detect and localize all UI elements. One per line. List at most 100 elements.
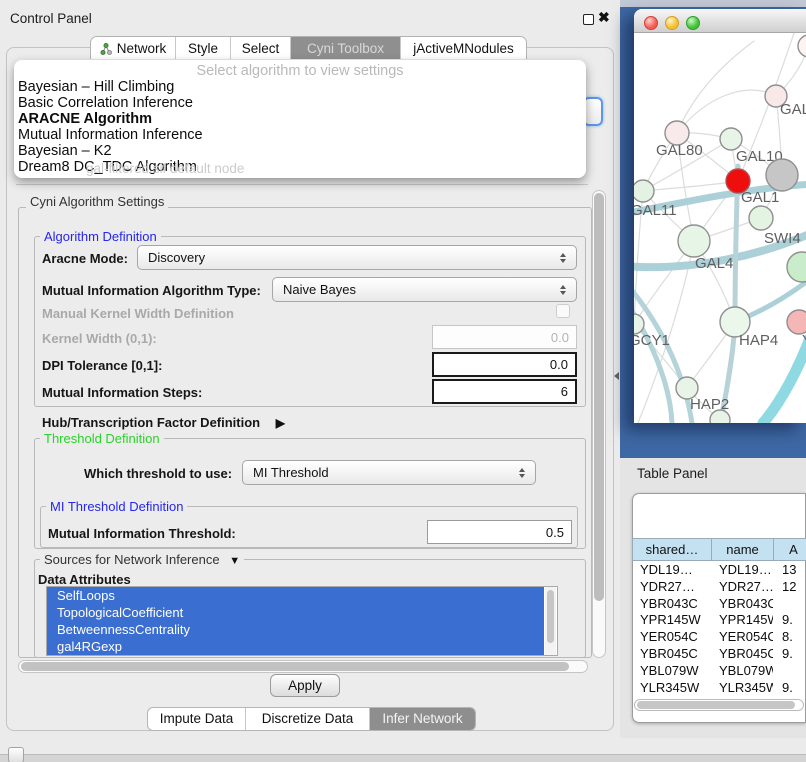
table-header: shared… name A (632, 538, 806, 561)
table-row[interactable]: YBL079WYBL079W (633, 663, 805, 680)
table-row[interactable]: YIL052CYIL052C9 (633, 696, 805, 698)
attribute-item[interactable]: gal4RGexp (47, 638, 544, 655)
float-window-icon[interactable] (583, 14, 594, 25)
splitpane-handle-icon[interactable] (614, 372, 619, 380)
tab-network[interactable]: Network (91, 37, 175, 59)
network-canvas[interactable]: GAL7GAL80GAL10GAL1GAL11SWI4GAL4GCY1HAP4Y… (634, 33, 806, 423)
table-row[interactable]: YDR27…YDR27…12 (633, 579, 805, 596)
algorithm-option[interactable]: Mutual Information Inference (14, 127, 586, 143)
apply-button[interactable]: Apply (270, 674, 340, 697)
attribute-item[interactable]: TopologicalCoefficient (47, 604, 544, 621)
attributes-scrollbar[interactable] (545, 587, 556, 655)
mi-steps-field[interactable]: 6 (432, 379, 577, 404)
sources-title-toggle[interactable]: Sources for Network Inference ▼ (40, 552, 244, 567)
minimize-traffic-light[interactable] (665, 16, 679, 30)
algorithm-combobox-focused-edge[interactable] (583, 97, 603, 126)
mi-threshold-group-title: MI Threshold Definition (46, 499, 187, 514)
tab-discretize-data[interactable]: Discretize Data (245, 708, 369, 730)
table-horizontal-thumb[interactable] (637, 701, 795, 709)
column-header-partial[interactable]: A (774, 538, 806, 561)
table-cell: YBL079W (633, 663, 711, 680)
close-icon[interactable]: ✖ (598, 9, 610, 26)
table-cell: YBR043C (633, 596, 711, 613)
table-cell: YBR045C (633, 646, 711, 663)
settings-vertical-thumb[interactable] (594, 193, 604, 601)
network-node[interactable] (634, 180, 654, 202)
hub-definition-toggle[interactable]: Hub/Transcription Factor Definition ▶ (42, 415, 285, 430)
data-attributes-list[interactable]: SelfLoopsTopologicalCoefficientBetweenne… (46, 586, 558, 656)
dpi-tolerance-field[interactable]: 0.0 (432, 352, 577, 377)
table-cell: YBL079W (711, 663, 773, 680)
zoom-traffic-light[interactable] (686, 16, 700, 30)
algorithm-option[interactable]: Basic Correlation Inference (14, 95, 586, 111)
algorithm-option[interactable]: Bayesian – Hill Climbing (14, 79, 586, 95)
tab-style[interactable]: Style (175, 37, 230, 59)
network-edge (634, 281, 692, 423)
table-cell: YLR345W (711, 680, 773, 697)
table-row[interactable]: YBR043CYBR043C (633, 596, 805, 613)
table-cell (773, 663, 805, 680)
table-row[interactable]: YBR045CYBR045C9. (633, 646, 805, 663)
table-cell: YPR145W (711, 612, 773, 629)
close-traffic-light[interactable] (644, 16, 658, 30)
network-icon (100, 43, 112, 55)
mi-algorithm-type-value: Naive Bayes (273, 282, 556, 297)
attributes-scrollbar-thumb[interactable] (547, 590, 554, 643)
network-node[interactable] (787, 252, 806, 282)
network-window-titlebar[interactable] (634, 9, 806, 33)
table-row[interactable]: YDL19…YDL19…13 (633, 562, 805, 579)
network-node[interactable] (678, 225, 710, 257)
settings-horizontal-scrollbar[interactable] (18, 660, 588, 673)
network-node[interactable] (749, 206, 773, 230)
tab-select[interactable]: Select (230, 37, 290, 59)
aracne-mode-combobox[interactable]: Discovery (137, 245, 577, 270)
algorithm-option[interactable]: ARACNE Algorithm (14, 111, 586, 127)
mi-algorithm-type-combobox[interactable]: Naive Bayes (272, 277, 577, 302)
table-row[interactable]: YLR345WYLR345W9. (633, 680, 805, 697)
attribute-item[interactable]: BetweennessCentrality (47, 621, 544, 638)
network-node[interactable] (720, 128, 742, 150)
algorithm-dropdown-popup: Select algorithm to view settings Bayesi… (14, 60, 586, 178)
algorithm-option[interactable]: Bayesian – K2 (14, 143, 586, 159)
network-node-label: GCY1 (634, 332, 670, 349)
table-row[interactable]: YPR145WYPR145W9. (633, 612, 805, 629)
settings-horizontal-thumb[interactable] (21, 662, 569, 671)
network-node[interactable] (710, 410, 730, 423)
network-node[interactable] (766, 159, 798, 191)
tab-cyni-toolbox[interactable]: Cyni Toolbox (290, 37, 400, 59)
control-panel-title: Control Panel (10, 11, 92, 26)
table-cell (773, 596, 805, 613)
table-cell: 12 (773, 579, 805, 596)
network-node-label: GAL11 (634, 202, 677, 219)
table-cell: YDR27… (711, 579, 773, 596)
settings-vertical-scrollbar[interactable] (592, 190, 606, 658)
table-cell: YPR145W (633, 612, 711, 629)
aracne-mode-value: Discovery (138, 250, 556, 265)
mi-threshold-field[interactable]: 0.5 (427, 520, 572, 544)
network-node[interactable] (798, 35, 806, 57)
network-node-label: SWI4 (764, 230, 801, 247)
bottom-band (0, 754, 806, 762)
tab-impute-data[interactable]: Impute Data (148, 708, 245, 730)
attribute-item[interactable]: SelfLoops (47, 587, 544, 604)
tab-cyni-toolbox-label: Cyni Toolbox (307, 38, 384, 60)
column-header-name[interactable]: name (712, 538, 774, 561)
network-node-label: HAP4 (739, 332, 778, 349)
corner-button[interactable] (8, 747, 24, 762)
table-cell: 8. (773, 629, 805, 646)
tab-jactivemnodules[interactable]: jActiveMNodules (400, 37, 526, 59)
table-cell: YIL052C (633, 696, 711, 698)
tab-jactivemnodules-label: jActiveMNodules (413, 38, 514, 60)
data-attributes-label: Data Attributes (38, 572, 131, 587)
control-panel-tabbar: Network Style Select Cyni Toolbox jActiv… (90, 36, 527, 59)
table-cell: 9 (773, 696, 805, 698)
expand-right-icon[interactable]: ▶ (276, 416, 285, 430)
collapse-down-icon[interactable]: ▼ (229, 555, 240, 567)
column-header-shared-name[interactable]: shared… (632, 538, 712, 561)
table-horizontal-scrollbar[interactable] (634, 699, 804, 711)
which-threshold-combobox[interactable]: MI Threshold (242, 460, 536, 485)
table-row[interactable]: YER054CYER054C8. (633, 629, 805, 646)
tab-infer-network[interactable]: Infer Network (369, 708, 475, 730)
sources-title: Sources for Network Inference (44, 552, 220, 567)
network-node[interactable] (787, 310, 806, 334)
